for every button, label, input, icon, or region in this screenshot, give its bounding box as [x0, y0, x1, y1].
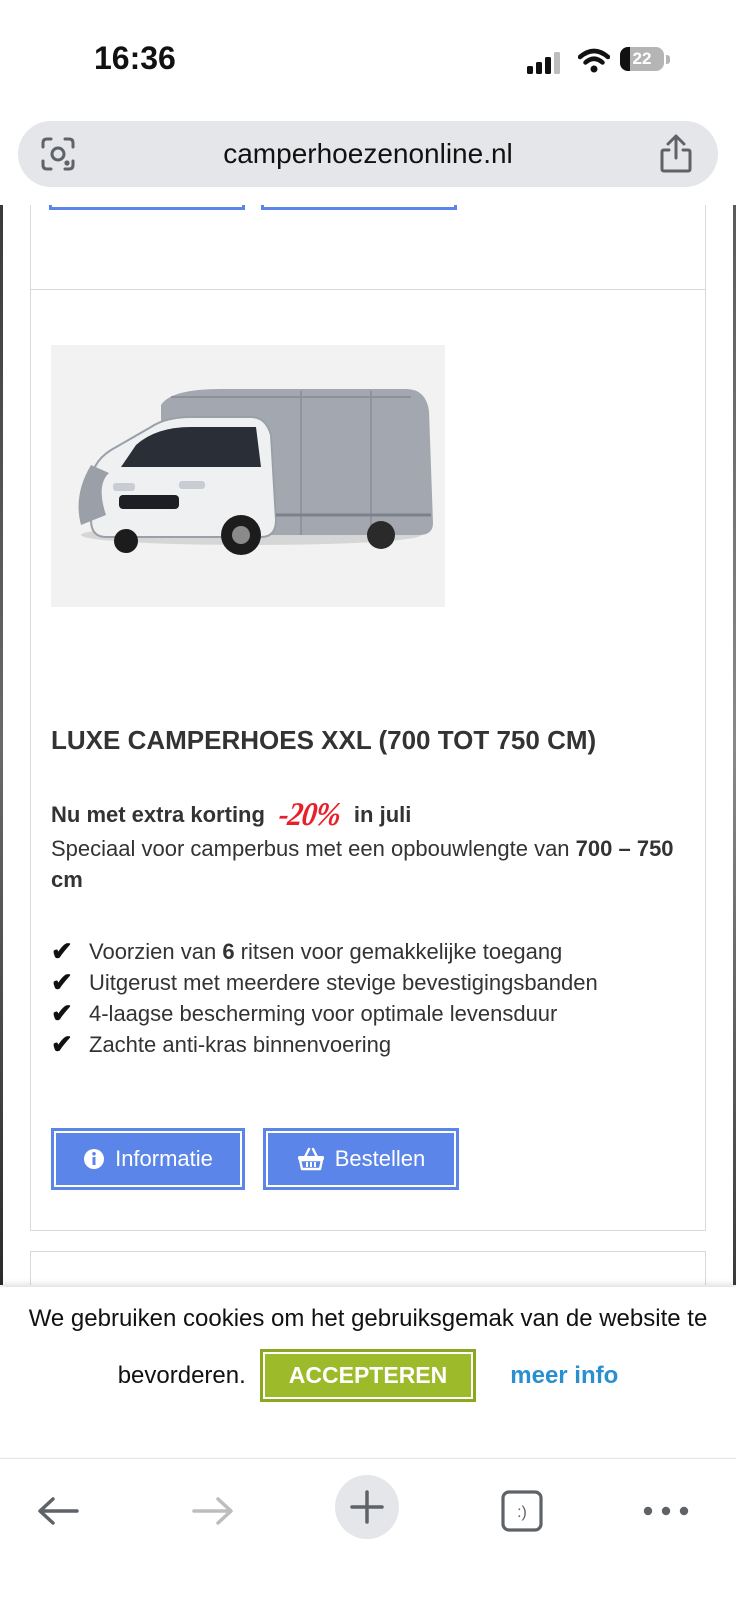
feature-text: Uitgerust met meerdere stevige bevestigi…: [89, 970, 598, 995]
accept-cookies-button[interactable]: ACCEPTEREN: [259, 1349, 477, 1402]
checkmark-icon: ✔: [51, 998, 73, 1028]
forward-button[interactable]: [183, 1481, 243, 1541]
share-icon[interactable]: [658, 134, 694, 174]
cellular-signal-icon: [527, 52, 560, 74]
promo-line: Nu met extra korting -20% in juli: [51, 796, 412, 833]
back-button[interactable]: [28, 1481, 88, 1541]
feature-item: ✔ 4-laagse bescherming voor optimale lev…: [51, 998, 598, 1029]
info-circle-icon: [84, 1149, 105, 1169]
arrow-right-icon: [192, 1497, 233, 1525]
web-content: LUXE CAMPERHOES XXL (700 TOT 750 CM) Nu …: [0, 205, 736, 1285]
next-product-card: [30, 1251, 706, 1285]
description-text: Speciaal voor camperbus met een opbouwle…: [51, 836, 576, 861]
more-menu-button[interactable]: [636, 1481, 696, 1541]
more-info-link[interactable]: meer info: [510, 1362, 618, 1390]
feature-text: Voorzien van: [89, 939, 223, 964]
bestellen-button[interactable]: Bestellen: [263, 1128, 459, 1190]
tabs-count-text: :): [517, 1504, 527, 1521]
cookie-actions: bevorderen. ACCEPTEREN meer info: [0, 1349, 736, 1402]
new-tab-button[interactable]: [335, 1475, 399, 1539]
arrow-left-icon: [38, 1497, 79, 1525]
feature-item: ✔ Uitgerust met meerdere stevige bevesti…: [51, 967, 598, 998]
bestellen-label: Bestellen: [334, 1146, 426, 1171]
status-time: 16:36: [94, 40, 176, 76]
feature-text: 4-laagse bescherming voor optimale leven…: [89, 1001, 558, 1026]
checkmark-icon: ✔: [51, 936, 73, 966]
product-title[interactable]: LUXE CAMPERHOES XXL (700 TOT 750 CM): [51, 725, 596, 756]
feature-item: ✔ Zachte anti-kras binnenvoering: [51, 1029, 598, 1060]
product-card: LUXE CAMPERHOES XXL (700 TOT 750 CM) Nu …: [30, 289, 706, 1231]
discount-badge: -20%: [276, 796, 343, 833]
tabs-button[interactable]: :): [492, 1481, 552, 1541]
feature-list: ✔ Voorzien van 6 ritsen voor gemakkelijk…: [51, 936, 598, 1060]
wifi-icon: [578, 48, 610, 73]
cookie-banner: We gebruiken cookies om het gebruiksgema…: [0, 1287, 736, 1457]
plus-icon: [350, 1490, 384, 1524]
feature-text: ritsen voor gemakkelijke toegang: [234, 939, 563, 964]
browser-toolbar: :): [0, 1458, 736, 1601]
promo-prefix: Nu met extra korting: [51, 802, 265, 827]
product-image[interactable]: [51, 345, 445, 607]
product-description: Speciaal voor camperbus met een opbouwle…: [51, 833, 691, 895]
checkmark-icon: ✔: [51, 967, 73, 997]
cookie-message: We gebruiken cookies om het gebruiksgema…: [28, 1305, 708, 1332]
informatie-button[interactable]: Informatie: [51, 1128, 245, 1190]
more-dots-icon: [643, 1506, 689, 1516]
battery-icon: 22: [620, 47, 670, 73]
basket-icon: [297, 1147, 324, 1171]
page-edge-left: [0, 205, 3, 1285]
status-bar: 16:36 22: [0, 0, 736, 110]
tabs-icon: :): [501, 1490, 543, 1532]
previous-order-button[interactable]: [261, 205, 457, 210]
informatie-label: Informatie: [115, 1146, 213, 1171]
url-text[interactable]: camperhoezenonline.nl: [18, 121, 718, 187]
feature-count: 6: [222, 939, 235, 964]
battery-level: 22: [632, 49, 652, 68]
feature-text: Zachte anti-kras binnenvoering: [89, 1032, 392, 1057]
previous-info-button[interactable]: [49, 205, 245, 210]
promo-suffix: in juli: [353, 802, 412, 827]
feature-item: ✔ Voorzien van 6 ritsen voor gemakkelijk…: [51, 936, 598, 967]
url-bar[interactable]: camperhoezenonline.nl: [18, 121, 718, 187]
checkmark-icon: ✔: [51, 1029, 73, 1059]
cookie-message-end: bevorderen.: [117, 1361, 246, 1389]
